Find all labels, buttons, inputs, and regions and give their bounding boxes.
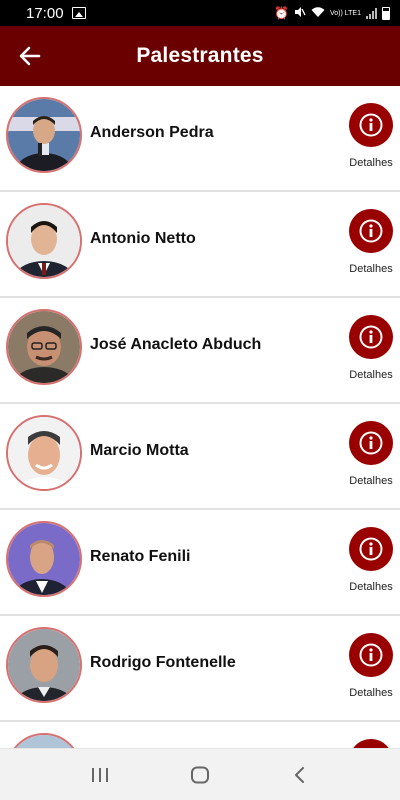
info-icon bbox=[349, 315, 393, 359]
info-icon bbox=[349, 421, 393, 465]
speaker-name: Renato Fenili bbox=[90, 548, 191, 565]
speaker-item-jose-anacleto-abduch[interactable]: José Anacleto Abduch Detalhes bbox=[0, 298, 400, 404]
avatar bbox=[6, 415, 82, 491]
network-label: Vo)) LTE1 bbox=[330, 9, 361, 17]
status-time: 17:00 bbox=[26, 4, 64, 22]
avatar bbox=[6, 203, 82, 279]
speaker-list[interactable]: Anderson Pedra Detalhes Antonio Netto De… bbox=[0, 86, 400, 748]
battery-icon bbox=[382, 6, 390, 20]
recent-apps-icon bbox=[92, 767, 108, 782]
info-icon bbox=[349, 103, 393, 147]
speaker-item-anderson-pedra[interactable]: Anderson Pedra Detalhes bbox=[0, 86, 400, 192]
details-button[interactable]: Detalhes bbox=[347, 527, 395, 593]
details-button[interactable] bbox=[347, 739, 395, 748]
gallery-icon bbox=[71, 7, 86, 19]
alarm-icon: ⏰ bbox=[274, 6, 289, 20]
details-button[interactable]: Detalhes bbox=[347, 315, 395, 381]
info-icon bbox=[349, 527, 393, 571]
arrow-left-icon bbox=[19, 46, 41, 66]
details-label: Detalhes bbox=[349, 581, 393, 593]
mute-icon bbox=[294, 6, 306, 20]
details-label: Detalhes bbox=[349, 369, 393, 381]
status-left: 17:00 bbox=[26, 5, 86, 22]
speaker-item-partial[interactable] bbox=[0, 722, 400, 748]
avatar bbox=[6, 97, 82, 173]
back-icon bbox=[295, 766, 304, 783]
speaker-name: Marcio Motta bbox=[90, 442, 189, 459]
details-button[interactable]: Detalhes bbox=[347, 633, 395, 699]
details-button[interactable]: Detalhes bbox=[347, 209, 395, 275]
details-label: Detalhes bbox=[349, 157, 393, 169]
speaker-item-renato-fenili[interactable]: Renato Fenili Detalhes bbox=[0, 510, 400, 616]
speaker-name: Anderson Pedra bbox=[90, 124, 214, 141]
details-button[interactable]: Detalhes bbox=[347, 103, 395, 169]
info-icon bbox=[349, 633, 393, 677]
app-bar: Palestrantes bbox=[0, 26, 400, 86]
system-back-button[interactable] bbox=[280, 755, 320, 795]
info-icon bbox=[349, 739, 393, 748]
speaker-name: Rodrigo Fontenelle bbox=[90, 654, 236, 671]
back-button[interactable] bbox=[14, 40, 46, 72]
details-button[interactable]: Detalhes bbox=[347, 421, 395, 487]
details-label: Detalhes bbox=[349, 263, 393, 275]
speaker-item-marcio-motta[interactable]: Marcio Motta Detalhes bbox=[0, 404, 400, 510]
avatar bbox=[6, 309, 82, 385]
status-right: ⏰ Vo)) LTE1 bbox=[274, 6, 390, 20]
avatar bbox=[6, 627, 82, 703]
system-nav-bar bbox=[0, 748, 400, 800]
page-title: Palestrantes bbox=[136, 44, 264, 67]
speaker-name: Antonio Netto bbox=[90, 230, 196, 247]
avatar bbox=[6, 733, 82, 748]
home-icon bbox=[191, 766, 209, 783]
speaker-item-rodrigo-fontenelle[interactable]: Rodrigo Fontenelle Detalhes bbox=[0, 616, 400, 722]
recent-apps-button[interactable] bbox=[80, 755, 120, 795]
signal-icon bbox=[366, 7, 377, 19]
info-icon bbox=[349, 209, 393, 253]
details-label: Detalhes bbox=[349, 687, 393, 699]
wifi-icon bbox=[311, 6, 325, 20]
status-bar: 17:00 ⏰ Vo)) LTE1 bbox=[0, 0, 400, 26]
speaker-item-antonio-netto[interactable]: Antonio Netto Detalhes bbox=[0, 192, 400, 298]
avatar bbox=[6, 521, 82, 597]
home-button[interactable] bbox=[180, 755, 220, 795]
speaker-name: José Anacleto Abduch bbox=[90, 336, 262, 353]
details-label: Detalhes bbox=[349, 475, 393, 487]
